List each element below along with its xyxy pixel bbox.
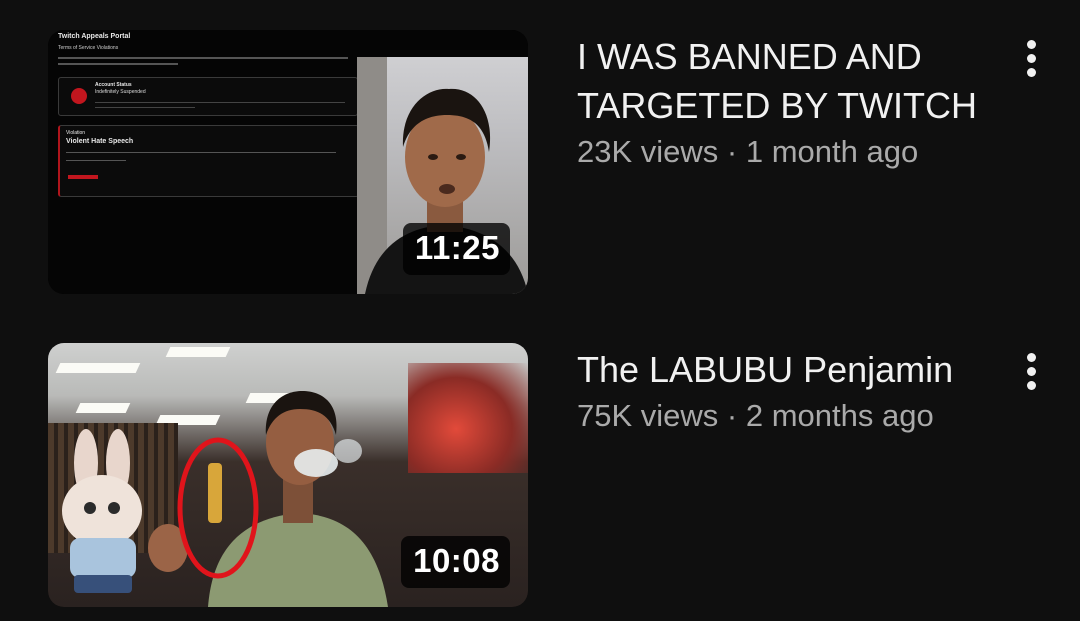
shield-icon [71, 88, 87, 104]
video-duration-badge: 10:08 [401, 536, 510, 588]
view-count: 75K views [577, 398, 719, 433]
video-thumbnail[interactable]: Twitch Appeals Portal Terms of Service V… [48, 30, 528, 294]
video-metadata: 23K views · 1 month ago [577, 130, 997, 174]
video-info[interactable]: The LABUBU Penjamin 75K views · 2 months… [577, 345, 997, 438]
thumbnail-violation-label: Violation [66, 130, 86, 136]
thumbnail-text-line [66, 152, 336, 153]
thumbnail-subheader-text: Terms of Service Violations [58, 45, 119, 51]
video-thumbnail[interactable]: 10:08 [48, 343, 528, 607]
video-title[interactable]: I WAS BANNED AND TARGETED BY TWITCH [577, 32, 997, 130]
view-count: 23K views [577, 134, 719, 169]
thumbnail-violation-box: Violation Violent Hate Speech [58, 125, 359, 197]
thumbnail-text-line [95, 107, 195, 108]
more-options-button[interactable] [1014, 349, 1050, 393]
thumbnail-red-badge [68, 175, 98, 179]
video-item[interactable]: Twitch Appeals Portal Terms of Service V… [0, 30, 1080, 300]
more-vert-icon-dot [1027, 381, 1036, 390]
upload-age: 2 months ago [745, 398, 934, 433]
meta-separator: · [718, 398, 746, 433]
upload-age: 1 month ago [745, 134, 919, 169]
more-vert-icon [1027, 353, 1036, 362]
thumbnail-header-text: Twitch Appeals Portal [58, 33, 131, 40]
thumbnail-status-title: Account Status [95, 82, 132, 88]
more-vert-icon-dot [1027, 367, 1036, 376]
video-metadata: 75K views · 2 months ago [577, 394, 997, 438]
thumbnail-text-line [58, 63, 178, 65]
thumbnail-status-box: Account Status Indefinitely Suspended [58, 77, 358, 116]
more-vert-icon [1027, 40, 1036, 49]
more-options-button[interactable] [1014, 36, 1050, 80]
meta-separator: · [718, 134, 746, 169]
more-vert-icon-dot [1027, 68, 1036, 77]
more-vert-icon-dot [1027, 54, 1036, 63]
video-info[interactable]: I WAS BANNED AND TARGETED BY TWITCH 23K … [577, 32, 997, 174]
video-item[interactable]: 10:08 The LABUBU Penjamin 75K views · 2 … [0, 343, 1080, 613]
thumbnail-text-line [58, 57, 348, 59]
thumbnail-text-line [66, 160, 126, 161]
video-duration-badge: 11:25 [402, 223, 510, 275]
video-title[interactable]: The LABUBU Penjamin [577, 345, 997, 394]
thumbnail-status-value: Indefinitely Suspended [95, 89, 146, 95]
thumbnail-violation-title: Violent Hate Speech [66, 138, 134, 145]
thumbnail-text-line [95, 102, 345, 103]
